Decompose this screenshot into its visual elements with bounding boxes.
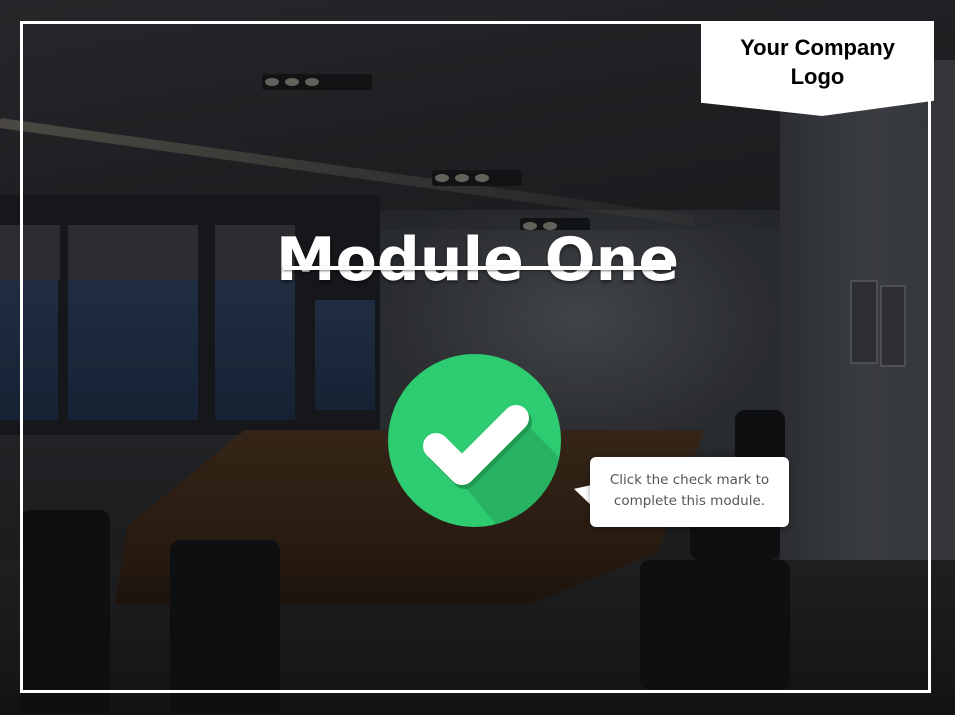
module-title: Module One [275,225,680,295]
company-logo-banner: Your Company Logo [701,21,934,116]
instruction-callout: Click the check mark to complete this mo… [590,457,789,527]
module-slide: Your Company Logo Module One Click the c… [0,0,955,715]
company-logo-text: Your Company Logo [740,35,895,89]
instruction-text: Click the check mark to complete this mo… [609,472,770,509]
title-strikethrough [283,266,671,270]
complete-module-button[interactable] [388,354,561,527]
check-mark-icon [423,405,561,527]
